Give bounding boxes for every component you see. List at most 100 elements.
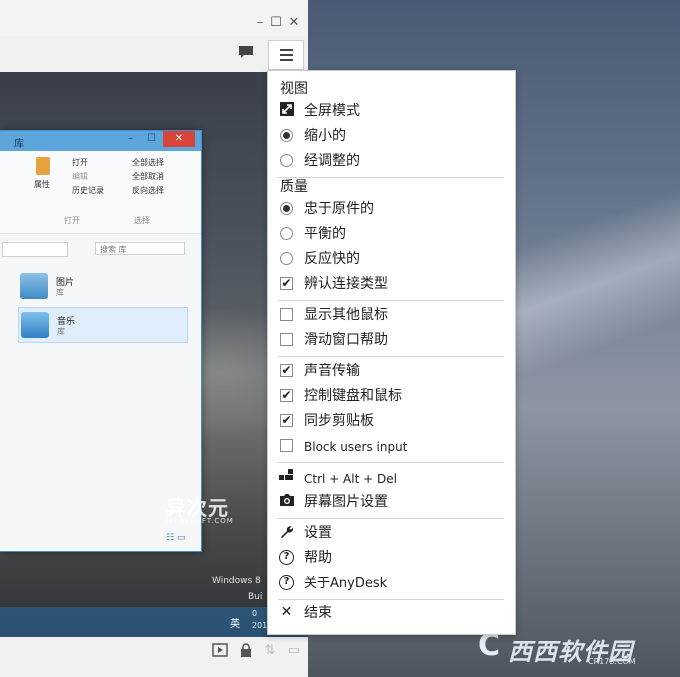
- chat-icon[interactable]: [236, 44, 256, 64]
- checkbox-checked-icon[interactable]: ✔: [280, 364, 293, 377]
- wrench-icon: [278, 524, 295, 541]
- properties-icon[interactable]: [36, 157, 50, 175]
- quality-responsive-radio[interactable]: 反应快的: [278, 248, 506, 270]
- checkbox-unchecked-icon[interactable]: [280, 333, 293, 346]
- transfer-icon[interactable]: ⇅: [262, 643, 278, 658]
- end-session-item[interactable]: ✕ 结束: [278, 602, 506, 624]
- select-all-button[interactable]: 全部选择: [132, 157, 164, 168]
- close-button[interactable]: ✕: [288, 16, 300, 30]
- checkbox-checked-icon[interactable]: ✔: [280, 414, 293, 427]
- windows-version-text: Windows 8: [212, 576, 261, 586]
- radio-unselected-icon[interactable]: [280, 227, 293, 240]
- sync-clipboard-checkbox[interactable]: ✔ 同步剪贴板: [278, 410, 506, 432]
- minimize-button[interactable]: –: [254, 16, 266, 30]
- help-item[interactable]: ? 帮助: [278, 547, 506, 569]
- keyboard-shortcut-icon: [278, 469, 295, 486]
- item-type: 库: [57, 327, 65, 336]
- explorer-close-icon[interactable]: ✕: [163, 131, 195, 147]
- explorer-ribbon: 属性 打开 编辑 历史记录 打开 全部选择 全部取消 反向选择 选择: [0, 151, 201, 234]
- scroll-window-help-checkbox[interactable]: 滑动窗口帮助: [278, 329, 506, 351]
- hamburger-icon-line: [280, 54, 293, 56]
- remote-desktop[interactable]: 库 – ☐ ✕ 属性 打开 编辑 历史记录 打开 全部选择 全部取消 反向选择 …: [0, 72, 308, 637]
- menu-divider: [278, 518, 504, 519]
- about-label: 关于AnyDesk: [304, 576, 388, 591]
- screenshot-settings-label: 屏幕图片设置: [304, 494, 388, 510]
- menu-button[interactable]: [268, 40, 304, 70]
- remote-taskbar[interactable]: 英 0 201: [0, 607, 308, 637]
- hamburger-icon-line: [280, 59, 293, 61]
- open-button[interactable]: 打开: [72, 157, 88, 168]
- play-icon[interactable]: [212, 643, 228, 661]
- taskbar-time: 0: [252, 609, 258, 618]
- about-icon: ?: [279, 575, 294, 590]
- checkbox-unchecked-icon[interactable]: [280, 308, 293, 321]
- fullscreen-mode-label: 全屏模式: [304, 103, 360, 119]
- ime-indicator[interactable]: 英: [230, 615, 240, 630]
- item-type: 库: [56, 288, 64, 297]
- menu-divider: [278, 599, 504, 600]
- checkbox-checked-icon[interactable]: ✔: [280, 277, 293, 290]
- address-bar[interactable]: [2, 242, 68, 257]
- file-icon[interactable]: ▭: [286, 643, 302, 658]
- lock-icon[interactable]: [238, 643, 254, 661]
- screenshot-settings-item[interactable]: 屏幕图片设置: [278, 491, 506, 513]
- list-item[interactable]: 图片 库: [18, 269, 188, 305]
- sync-clipboard-label: 同步剪贴板: [304, 413, 374, 429]
- quality-balanced-radio[interactable]: 平衡的: [278, 223, 506, 245]
- ribbon-group-select: 选择: [134, 216, 150, 225]
- transmit-audio-label: 声音传输: [304, 363, 360, 379]
- radio-selected-icon[interactable]: [280, 202, 293, 215]
- menu-divider: [278, 300, 504, 301]
- view-adjusted-radio[interactable]: 经调整的: [278, 150, 506, 172]
- control-input-checkbox[interactable]: ✔ 控制键盘和鼠标: [278, 385, 506, 407]
- radio-unselected-icon[interactable]: [280, 154, 293, 167]
- view-toggle-icon[interactable]: ☷ ▭: [166, 533, 185, 543]
- checkbox-unchecked-icon[interactable]: [280, 439, 293, 452]
- about-item[interactable]: ? 关于AnyDesk: [278, 572, 506, 594]
- transmit-audio-checkbox[interactable]: ✔ 声音传输: [278, 360, 506, 382]
- view-scaled-label: 缩小的: [304, 128, 346, 144]
- block-input-label: Block users input: [304, 440, 408, 454]
- hamburger-icon: [280, 49, 293, 51]
- view-scaled-radio[interactable]: 缩小的: [278, 125, 506, 147]
- explorer-title-bar: 库 – ☐ ✕: [0, 131, 201, 151]
- view-section-header: 视图: [280, 81, 308, 97]
- menu-divider: [278, 462, 504, 463]
- watermark-url: IPLAYSOFT.COM: [166, 517, 234, 525]
- ribbon-group-open: 打开: [64, 216, 80, 225]
- camera-icon: [278, 493, 295, 510]
- show-remote-cursor-label: 显示其他鼠标: [304, 307, 388, 323]
- properties-button[interactable]: 属性: [34, 179, 50, 190]
- block-input-checkbox[interactable]: Block users input: [278, 435, 506, 457]
- show-remote-cursor-checkbox[interactable]: 显示其他鼠标: [278, 304, 506, 326]
- close-session-icon: ✕: [280, 604, 293, 620]
- menu-divider: [278, 356, 504, 357]
- file-explorer-window[interactable]: 库 – ☐ ✕ 属性 打开 编辑 历史记录 打开 全部选择 全部取消 反向选择 …: [0, 130, 202, 552]
- explorer-minimize-icon[interactable]: –: [128, 133, 133, 144]
- quality-original-label: 忠于原件的: [304, 201, 374, 217]
- history-button[interactable]: 历史记录: [72, 185, 104, 196]
- settings-label: 设置: [304, 525, 332, 541]
- quality-section-header: 质量: [280, 179, 308, 195]
- detect-connection-checkbox[interactable]: ✔ 辨认连接类型: [278, 273, 506, 295]
- fullscreen-mode-item[interactable]: 全屏模式: [278, 100, 506, 122]
- end-session-label: 结束: [304, 605, 332, 621]
- explorer-title: 库: [14, 139, 24, 150]
- music-icon: [21, 312, 49, 338]
- invert-selection-button[interactable]: 反向选择: [132, 185, 164, 196]
- select-none-button[interactable]: 全部取消: [132, 171, 164, 182]
- maximize-button[interactable]: ☐: [270, 16, 282, 30]
- list-item[interactable]: 音乐 库: [18, 307, 188, 343]
- ctrl-alt-del-item[interactable]: Ctrl + Alt + Del: [278, 467, 506, 489]
- help-label: 帮助: [304, 550, 332, 566]
- settings-item[interactable]: 设置: [278, 522, 506, 544]
- quality-original-radio[interactable]: 忠于原件的: [278, 198, 506, 220]
- radio-selected-icon[interactable]: [280, 129, 293, 142]
- quality-balanced-label: 平衡的: [304, 226, 346, 242]
- explorer-maximize-icon[interactable]: ☐: [147, 133, 156, 144]
- explorer-search-input[interactable]: 搜索 库: [95, 242, 185, 255]
- checkbox-checked-icon[interactable]: ✔: [280, 389, 293, 402]
- edit-button[interactable]: 编辑: [72, 171, 88, 182]
- site-logo-url: CR173.COM: [588, 657, 636, 666]
- radio-unselected-icon[interactable]: [280, 252, 293, 265]
